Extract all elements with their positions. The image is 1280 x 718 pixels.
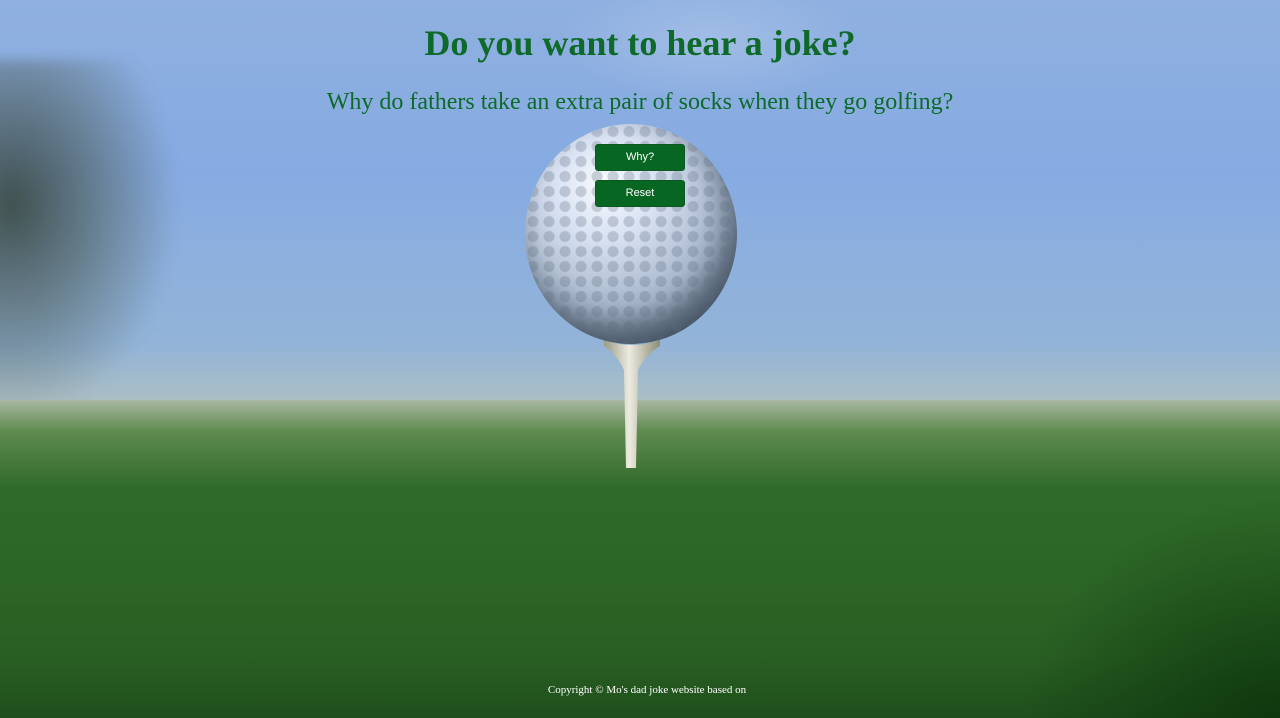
reset-button[interactable]: Reset [595, 180, 685, 207]
page-title: Do you want to hear a joke? [424, 23, 856, 63]
joke-question: Why do fathers take an extra pair of soc… [326, 89, 954, 115]
copyright-footer: Copyright © Mo's dad joke website based … [547, 684, 747, 696]
why-button[interactable]: Why? [595, 144, 685, 171]
